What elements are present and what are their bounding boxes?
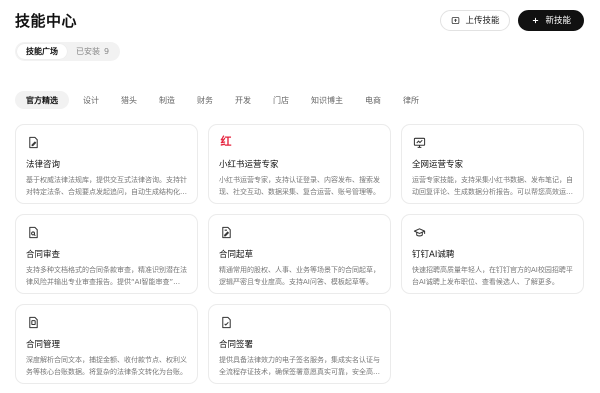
card-description: 基于权威法律法规库，提供交互式法律咨询。支持针对特定法条、合规要点发起追问，自动…: [26, 176, 187, 196]
card-description: 提供具备法律效力的电子签名服务，集成实名认证与全流程存证技术，确保签署意愿真实可…: [219, 356, 380, 376]
card-title: 合同起草: [219, 250, 254, 260]
category-filter: 官方精选 设计 猎头 制造 财务 开发 门店 知识博主 电商 律所: [15, 91, 430, 109]
category-store[interactable]: 门店: [262, 91, 300, 109]
new-skill-label: 新技能: [545, 16, 571, 26]
category-manufacturing[interactable]: 制造: [148, 91, 186, 109]
category-ecommerce[interactable]: 电商: [354, 91, 392, 109]
skill-card-contract-review[interactable]: 合同审查 支持多种文档格式的合同条款审查，精准识别潜在法律风险并输出专业审查报告…: [15, 214, 198, 294]
card-description: 运营专家技能，支持采集小红书数据、发布笔记，自动回复评论、生成数据分析报告。可以…: [412, 176, 573, 196]
tab-skill-plaza[interactable]: 技能广场: [17, 44, 67, 59]
xiaohongshu-logo-text: 红: [220, 135, 232, 148]
graduation-cap-icon: [412, 225, 426, 239]
upload-icon: [452, 16, 460, 24]
category-headhunting[interactable]: 猎头: [110, 91, 148, 109]
view-tabs: 技能广场 已安装 9: [15, 42, 121, 61]
skill-card-dingtalk-hiring[interactable]: 钉钉AI诚聘 快速招聘高质量年轻人，在钉钉官方的AI校园招聘平台AI诚聘上发布职…: [401, 214, 584, 294]
upload-skill-label: 上传技能: [465, 16, 500, 26]
tab-skill-plaza-label: 技能广场: [26, 47, 58, 56]
card-title: 合同管理: [26, 340, 61, 350]
skill-card-contract-signing[interactable]: 合同签署 提供具备法律效力的电子签名服务，集成实名认证与全流程存证技术，确保签署…: [208, 304, 391, 384]
document-sign-icon: [219, 315, 233, 329]
upload-skill-button[interactable]: 上传技能: [440, 9, 511, 31]
header-actions: 上传技能 新技能: [440, 9, 584, 31]
card-description: 快速招聘高质量年轻人，在钉钉官方的AI校园招聘平台AI诚聘上发布职位、查看候选人…: [412, 266, 573, 286]
card-title: 小红书运营专家: [219, 160, 279, 170]
category-finance[interactable]: 财务: [186, 91, 224, 109]
installed-count: 9: [104, 47, 110, 56]
card-description: 深度解析合同文本，捕捉金额、收付款节点、权利义务等核心台账数据。将复杂的法律条文…: [26, 356, 187, 376]
card-description: 精通常用的股权、人事、业务等场景下的合同起草，逻辑严密且专业度高。支持AI问答、…: [219, 266, 380, 286]
document-search-icon: [26, 225, 40, 239]
card-title: 合同签署: [219, 340, 254, 350]
skill-card-contract-drafting[interactable]: 合同起草 精通常用的股权、人事、业务等场景下的合同起草，逻辑严密且专业度高。支持…: [208, 214, 391, 294]
skill-card-all-network-ops[interactable]: 全网运营专家 运营专家技能，支持采集小红书数据、发布笔记，自动回复评论、生成数据…: [401, 124, 584, 204]
card-description: 小红书运营专家，支持认证登录、内容发布、搜索发现、社交互动、数据采集、复合运营、…: [219, 176, 380, 196]
skill-card-xiaohongshu[interactable]: 红 小红书运营专家 小红书运营专家，支持认证登录、内容发布、搜索发现、社交互动、…: [208, 124, 391, 204]
category-official-picks[interactable]: 官方精选: [15, 91, 69, 109]
skill-card-grid: 法律咨询 基于权威法律法规库，提供交互式法律咨询。支持针对特定法条、合规要点发起…: [15, 124, 584, 384]
monitor-icon: [412, 135, 426, 149]
page-title: 技能中心: [15, 11, 78, 30]
new-skill-button[interactable]: 新技能: [518, 9, 584, 31]
skill-card-contract-management[interactable]: 合同管理 深度解析合同文本，捕捉金额、收付款节点、权利义务等核心台账数据。将复杂…: [15, 304, 198, 384]
page-header: 技能中心 上传技能 新技能: [15, 8, 584, 32]
xiaohongshu-logo-icon: 红: [219, 135, 233, 149]
document-folder-icon: [26, 315, 40, 329]
category-knowledge-blogger[interactable]: 知识博主: [300, 91, 354, 109]
tab-installed-label: 已安装: [76, 47, 100, 56]
skill-card-legal-consult[interactable]: 法律咨询 基于权威法律法规库，提供交互式法律咨询。支持针对特定法条、合规要点发起…: [15, 124, 198, 204]
category-design[interactable]: 设计: [72, 91, 110, 109]
card-title: 全网运营专家: [412, 160, 464, 170]
card-description: 支持多种文档格式的合同条款审查，精准识别潜在法律风险并输出专业审查报告。提供“A…: [26, 266, 187, 286]
card-title: 合同审查: [26, 250, 61, 260]
card-title: 法律咨询: [26, 160, 61, 170]
document-pen-icon: [219, 225, 233, 239]
category-development[interactable]: 开发: [224, 91, 262, 109]
tab-installed[interactable]: 已安装 9: [67, 44, 118, 59]
plus-icon: [533, 17, 539, 23]
document-edit-icon: [26, 135, 40, 149]
category-law-firm[interactable]: 律所: [392, 91, 430, 109]
card-title: 钉钉AI诚聘: [412, 250, 455, 260]
